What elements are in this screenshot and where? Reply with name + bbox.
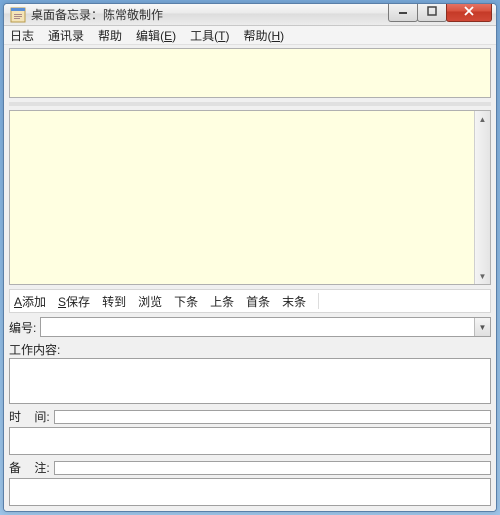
note-label: 备 注: — [9, 459, 50, 476]
id-label: 编号: — [9, 319, 36, 336]
top-memo-pane[interactable] — [9, 48, 491, 98]
time-label: 时 间: — [9, 408, 50, 425]
minimize-button[interactable] — [388, 3, 418, 22]
close-icon — [463, 6, 475, 16]
tool-goto[interactable]: 转到 — [102, 293, 126, 310]
app-icon — [10, 7, 26, 23]
menu-contacts[interactable]: 通讯录 — [48, 27, 84, 44]
window-title: 桌面备忘录：陈常敬制作 — [31, 6, 389, 23]
time-textarea[interactable] — [9, 427, 491, 455]
client-area: ▲ ▼ A添加 S保存 转到 浏览 下条 上条 首条 末条 编号: ▼ — [4, 45, 496, 511]
chevron-down-icon: ▼ — [479, 272, 487, 281]
maximize-icon — [427, 6, 437, 16]
minimize-icon — [398, 6, 408, 16]
id-row: 编号: ▼ — [9, 317, 491, 337]
work-label: 工作内容: — [9, 343, 60, 357]
id-input[interactable] — [41, 318, 474, 336]
chevron-down-icon: ▼ — [479, 323, 487, 332]
tool-last[interactable]: 末条 — [282, 293, 306, 310]
vertical-scrollbar[interactable]: ▲ ▼ — [474, 111, 490, 284]
menu-diary[interactable]: 日志 — [10, 27, 34, 44]
menu-help1[interactable]: 帮助 — [98, 27, 122, 44]
tool-add[interactable]: A添加 — [14, 293, 46, 310]
record-toolbar: A添加 S保存 转到 浏览 下条 上条 首条 末条 — [9, 289, 491, 313]
tool-prev[interactable]: 上条 — [210, 293, 234, 310]
work-textarea[interactable] — [9, 358, 491, 404]
id-combo-button[interactable]: ▼ — [474, 318, 490, 336]
scroll-down-button[interactable]: ▼ — [475, 268, 490, 284]
time-section: 时 间: — [9, 408, 491, 455]
menu-help2[interactable]: 帮助(H) — [243, 27, 284, 44]
tool-next[interactable]: 下条 — [174, 293, 198, 310]
id-combo[interactable]: ▼ — [40, 317, 491, 337]
scroll-track[interactable] — [475, 127, 490, 268]
scroll-up-button[interactable]: ▲ — [475, 111, 490, 127]
window-controls — [389, 3, 496, 22]
work-section: 工作内容: — [9, 341, 491, 404]
tool-save[interactable]: S保存 — [58, 293, 90, 310]
close-button[interactable] — [446, 3, 492, 22]
titlebar[interactable]: 桌面备忘录：陈常敬制作 — [4, 4, 496, 26]
menu-tools[interactable]: 工具(T) — [190, 27, 229, 44]
tool-first[interactable]: 首条 — [246, 293, 270, 310]
note-section: 备 注: — [9, 459, 491, 506]
tool-browse[interactable]: 浏览 — [138, 293, 162, 310]
maximize-button[interactable] — [417, 3, 447, 22]
note-readonly — [54, 461, 491, 475]
time-readonly — [54, 410, 491, 424]
menubar: 日志 通讯录 帮助 编辑(E) 工具(T) 帮助(H) — [4, 26, 496, 45]
toolbar-separator — [318, 293, 319, 309]
note-textarea[interactable] — [9, 478, 491, 506]
list-pane[interactable]: ▲ ▼ — [9, 110, 491, 285]
menu-edit[interactable]: 编辑(E) — [136, 27, 176, 44]
main-window: 桌面备忘录：陈常敬制作 日志 通讯录 帮助 编辑(E) 工具(T) 帮助(H) — [3, 3, 497, 512]
splitter[interactable] — [9, 102, 491, 106]
chevron-up-icon: ▲ — [479, 115, 487, 124]
